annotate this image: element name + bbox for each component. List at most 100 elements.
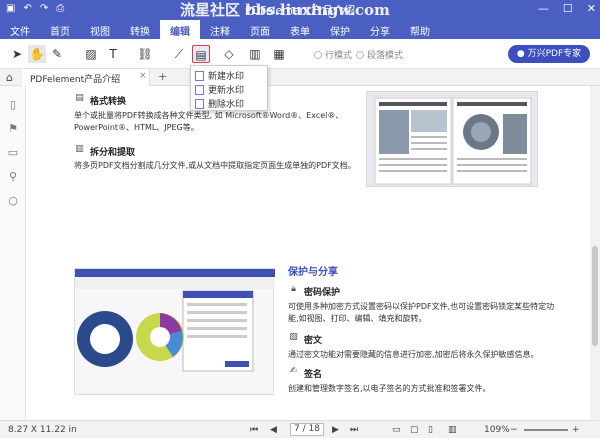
maximize-icon[interactable]: ☐: [563, 2, 573, 15]
split-extract-icon: ▥: [75, 144, 84, 154]
add-text-icon[interactable]: T: [104, 45, 122, 63]
format-convert-icon: ▤: [75, 93, 84, 103]
page-total: / 18: [302, 424, 320, 434]
quick-access-toolbar: ▣ ↶ ↷ ⎙: [6, 3, 64, 14]
zoom-out-icon[interactable]: −: [510, 425, 518, 435]
left-sidebar: ▯ ⚑ ▭ ⚲ ○: [0, 86, 26, 420]
signature-icon: ✍: [289, 366, 298, 376]
section-format-title: 格式转换: [90, 97, 127, 107]
section-redact-title: 密文: [304, 336, 323, 346]
select-cursor-icon[interactable]: ➤: [8, 45, 26, 63]
undo-icon[interactable]: ↶: [23, 3, 31, 14]
update-watermark-label: 更新水印: [208, 86, 245, 96]
edit-text-icon[interactable]: ✎: [48, 45, 66, 63]
new-watermark-icon: [195, 70, 204, 81]
menu-form[interactable]: 表单: [280, 20, 320, 39]
attachment-icon[interactable]: ⚲: [7, 170, 19, 183]
menu-page[interactable]: 页面: [240, 20, 280, 39]
prev-page-icon[interactable]: ◀: [270, 425, 277, 435]
zoom-in-icon[interactable]: +: [572, 425, 580, 435]
paragraph-mode-radio[interactable]: [356, 51, 364, 59]
menu-convert[interactable]: 转换: [120, 20, 160, 39]
watermark-overlay: 流星社区 bbs.liuxingw.com: [180, 1, 390, 19]
delete-watermark-icon: [195, 98, 204, 109]
menu-home[interactable]: 首页: [40, 20, 80, 39]
scrollbar-thumb[interactable]: [592, 246, 598, 346]
window-controls: — ☐ ✕: [538, 2, 596, 15]
menu-file[interactable]: 文件: [0, 20, 40, 39]
last-page-icon[interactable]: ⏭: [350, 425, 358, 435]
menu-item-new-watermark[interactable]: 新建水印: [195, 69, 244, 82]
redact-icon: ▧: [289, 332, 298, 342]
bates-number-icon[interactable]: ▦: [270, 45, 288, 63]
section-sign-title: 签名: [304, 370, 323, 380]
zoom-slider[interactable]: [524, 429, 568, 431]
menu-item-update-watermark[interactable]: 更新水印: [195, 83, 244, 96]
home-icon[interactable]: ⌂: [6, 71, 13, 84]
section-split-title: 拆分和提取: [90, 148, 136, 158]
section-password-text-1: 可使用多种加密方式设置密码以保护PDF文件,也可设置密码锁定某些特定功: [288, 302, 555, 311]
menu-view[interactable]: 视图: [80, 20, 120, 39]
section-password-text-2: 能,如视图、打印、编辑、填充和旋转。: [288, 314, 427, 323]
redo-icon[interactable]: ↷: [40, 3, 48, 14]
header-footer-icon[interactable]: ▥: [246, 45, 264, 63]
section-split-text: 将多页PDF文档分割成几分文件,或从文档中提取指定页面生成单独的PDF文档。: [74, 161, 356, 170]
next-page-icon[interactable]: ▶: [332, 425, 339, 435]
fit-width-icon[interactable]: ▭: [392, 425, 401, 435]
pdf-expert-button[interactable]: ● 万兴PDF专家: [508, 45, 590, 63]
print-icon[interactable]: ⎙: [56, 3, 64, 14]
watermark-icon[interactable]: ▤: [192, 45, 210, 63]
pdf-expert-label: 万兴PDF专家: [527, 49, 582, 59]
lock-icon: 🔒︎: [291, 284, 296, 294]
search-icon[interactable]: ○: [7, 194, 19, 207]
page-current: 7: [294, 424, 300, 434]
fit-page-icon[interactable]: ▢: [410, 425, 419, 435]
two-page-icon[interactable]: ▥: [448, 425, 457, 435]
section-format-text-1: 单个或批量将PDF转换成各种文件类型, 如 Microsoft®Word®、Ex…: [74, 111, 344, 120]
save-icon[interactable]: ▣: [6, 3, 15, 14]
crop-icon[interactable]: ⟋: [170, 45, 188, 63]
bookmark-icon[interactable]: ⚑: [7, 122, 19, 135]
document-tab[interactable]: PDFelement产品介绍: [22, 69, 150, 86]
new-watermark-label: 新建水印: [208, 72, 245, 82]
link-icon[interactable]: ⛓: [136, 45, 154, 63]
close-icon[interactable]: ✕: [587, 2, 596, 15]
section-sign-text: 创建和管理数字签名,以电子签名的方式批准和签署文件。: [288, 384, 491, 393]
screenshot-graphic: [75, 269, 275, 372]
tab-close-icon[interactable]: ×: [139, 71, 147, 81]
page-size-label: 8.27 X 11.22 in: [8, 425, 77, 435]
add-image-icon[interactable]: ▨: [82, 45, 100, 63]
vertical-scrollbar[interactable]: [590, 86, 600, 420]
document-canvas[interactable]: ▤ 格式转换 单个或批量将PDF转换成各种文件类型, 如 Microsoft®W…: [26, 86, 590, 420]
first-page-icon[interactable]: ⏮: [250, 425, 258, 435]
document-tab-label: PDFelement产品介绍: [30, 75, 121, 85]
menu-edit[interactable]: 编辑: [160, 20, 200, 39]
user-icon: ●: [516, 49, 525, 59]
delete-watermark-label: 删除水印: [208, 100, 245, 110]
menu-bar: 文件 首页 视图 转换 编辑 注释 页面 表单 保护 分享 帮助: [0, 20, 600, 39]
section-format-text-2: PowerPoint®、HTML、JPEG等。: [74, 123, 199, 132]
thumbnail-icon[interactable]: ▯: [7, 98, 19, 111]
menu-item-delete-watermark[interactable]: 删除水印: [195, 97, 244, 110]
menu-share[interactable]: 分享: [360, 20, 400, 39]
line-mode-radio[interactable]: [314, 51, 322, 59]
line-mode-label: 行模式: [325, 51, 353, 61]
status-bar: 8.27 X 11.22 in ⏮ ◀ 7 / 18 ▶ ⏭ ▭ ▢ ▯ ▥ 1…: [0, 420, 600, 438]
comment-icon[interactable]: ▭: [7, 146, 19, 159]
page-number-input[interactable]: 7 / 18: [290, 423, 324, 436]
app-screenshot-illustration: [74, 268, 275, 395]
section-password-title: 密码保护: [304, 288, 341, 298]
minimize-icon[interactable]: —: [538, 2, 549, 15]
new-tab-icon[interactable]: +: [158, 70, 167, 83]
update-watermark-icon: [195, 84, 204, 95]
background-icon[interactable]: ◇: [220, 45, 238, 63]
menu-help[interactable]: 帮助: [400, 20, 440, 39]
section-redact-text: 通过密文功能对需要隐藏的信息进行加密,加密后将永久保护敏感信息。: [288, 350, 539, 359]
hand-tool-icon[interactable]: ✋: [28, 45, 46, 63]
zoom-level[interactable]: 109%: [484, 425, 510, 435]
title-bar: ▣ ↶ ↷ ⎙ PDFelement产品介绍 流星社区 bbs.liuxingw…: [0, 0, 600, 20]
single-page-icon[interactable]: ▯: [428, 425, 433, 435]
menu-comment[interactable]: 注释: [200, 20, 240, 39]
menu-protect[interactable]: 保护: [320, 20, 360, 39]
document-pages-illustration: [366, 91, 538, 187]
